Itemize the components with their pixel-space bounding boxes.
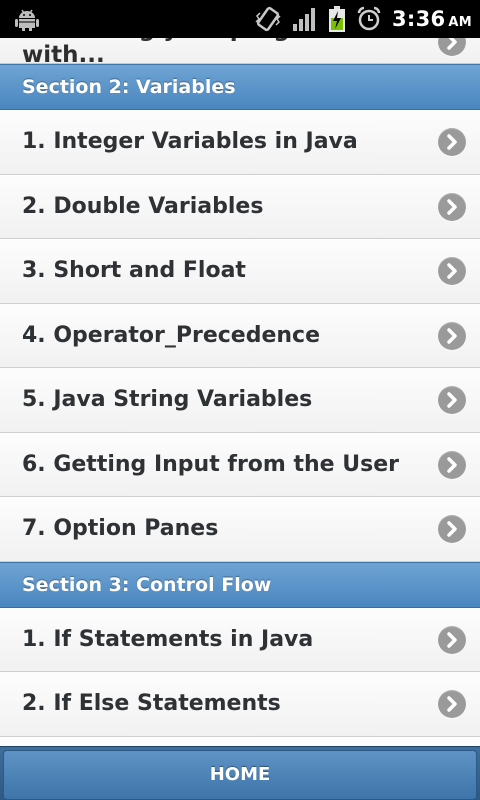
section-header-variables: Section 2: Variables <box>0 64 480 110</box>
list-item-label: 3. Short and Float <box>22 258 246 283</box>
chevron-right-icon <box>438 515 466 543</box>
status-bar: 3:36 AM <box>0 0 480 38</box>
battery-charging-icon <box>328 6 345 32</box>
alarm-icon <box>357 6 381 31</box>
list-item-label: 2. Double Variables <box>22 193 264 219</box>
list-item-label: 1. If Statements in Java <box>22 626 314 652</box>
list-item-label: 7. Option Panes <box>22 516 219 541</box>
list-item-label: 6. Getting Input from the User <box>22 451 399 477</box>
vibrate-icon <box>255 6 281 32</box>
chevron-right-icon <box>438 690 466 718</box>
list-item[interactable] <box>0 736 480 746</box>
list-item-label: 1. Integer Variables in Java <box>22 129 358 154</box>
list-item[interactable]: 7. Option Panes <box>0 497 480 562</box>
list-item[interactable]: 6. Getting Input from the User <box>0 432 480 497</box>
list-item[interactable]: 2. Double Variables <box>0 174 480 239</box>
list-item[interactable]: 1. If Statements in Java <box>0 607 480 672</box>
chevron-right-icon <box>438 192 466 221</box>
chevron-right-icon <box>438 128 466 156</box>
android-debug-icon <box>15 9 39 31</box>
list-item-label: 7. Sharing your programmes with... <box>22 38 394 64</box>
list-item-label: 5. Java String Variables <box>22 387 313 412</box>
list-item[interactable]: 7. Sharing your programmes with... <box>0 38 480 64</box>
clock: 3:36 AM <box>391 7 472 31</box>
list-item[interactable]: 2. If Else Statements <box>0 672 480 737</box>
list-item[interactable]: 3. Short and Float <box>0 239 480 304</box>
chevron-right-icon <box>438 38 466 56</box>
list-item-label: 4. Operator_Precedence <box>22 322 321 348</box>
list-item[interactable]: 1. Integer Variables in Java <box>0 110 480 175</box>
chevron-right-icon <box>438 257 466 285</box>
chevron-right-icon <box>438 625 466 654</box>
list-item[interactable]: 5. Java String Variables <box>0 368 480 433</box>
home-button[interactable]: HOME <box>3 750 477 800</box>
section-header-control-flow: Section 3: Control Flow <box>0 561 480 608</box>
footer-bar: HOME <box>0 746 480 800</box>
chevron-right-icon <box>438 386 466 414</box>
list-item[interactable]: 4. Operator_Precedence <box>0 303 480 368</box>
chevron-right-icon <box>438 321 466 350</box>
signal-icon <box>292 8 315 31</box>
list-item-label: 2. If Else Statements <box>22 691 281 716</box>
chapter-list: 7. Sharing your programmes with... Secti… <box>0 38 480 746</box>
chevron-right-icon <box>438 450 466 479</box>
